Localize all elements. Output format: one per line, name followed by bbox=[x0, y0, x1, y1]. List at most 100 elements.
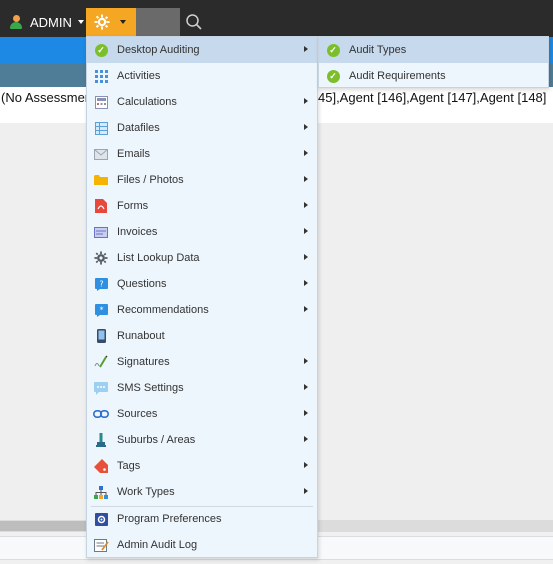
menu-item-label: Admin Audit Log bbox=[117, 539, 198, 551]
pdf-icon bbox=[93, 198, 109, 214]
menu-item-calculations[interactable]: Calculations bbox=[87, 89, 317, 115]
desktop-auditing-submenu: ✓ Audit Types ✓ Audit Requirements bbox=[318, 36, 549, 88]
chevron-right-icon bbox=[304, 202, 308, 208]
menu-item-label: Questions bbox=[117, 278, 167, 290]
menu-item-forms[interactable]: Forms bbox=[87, 193, 317, 219]
link-icon bbox=[93, 406, 109, 422]
menu-item-suburbs-areas[interactable]: Suburbs / Areas bbox=[87, 427, 317, 453]
menu-item-label: Signatures bbox=[117, 356, 170, 368]
menu-item-label: Emails bbox=[117, 148, 151, 160]
settings-dropdown-menu: ✓ Desktop Auditing Activities Calculatio… bbox=[86, 36, 318, 558]
menu-item-activities[interactable]: Activities bbox=[87, 63, 317, 89]
menu-item-work-types[interactable]: Work Types bbox=[87, 479, 317, 505]
menu-item-label: Invoices bbox=[117, 226, 158, 238]
pin-icon bbox=[93, 432, 109, 448]
user-label: ADMIN bbox=[30, 14, 72, 30]
chevron-right-icon bbox=[304, 280, 308, 286]
menu-item-program-preferences[interactable]: Program Preferences bbox=[87, 506, 317, 532]
submenu-item-audit-requirements[interactable]: ✓ Audit Requirements bbox=[319, 63, 548, 89]
grid-icon bbox=[93, 68, 109, 84]
recommendation-icon: * bbox=[93, 302, 109, 318]
chevron-right-icon bbox=[304, 462, 308, 468]
chevron-right-icon bbox=[304, 488, 308, 494]
question-icon: ? bbox=[93, 276, 109, 292]
menu-item-label: Datafiles bbox=[117, 122, 160, 134]
settings-menu-button[interactable] bbox=[86, 8, 136, 36]
audit-log-icon bbox=[93, 537, 109, 553]
menu-item-label: List Lookup Data bbox=[117, 252, 200, 264]
chevron-down-icon bbox=[120, 20, 126, 24]
menu-item-label: Tags bbox=[117, 460, 141, 472]
submenu-item-label: Audit Types bbox=[349, 44, 407, 56]
calculator-icon bbox=[93, 94, 109, 110]
menu-item-label: Desktop Auditing bbox=[117, 44, 200, 56]
user-menu-button[interactable]: ADMIN bbox=[0, 8, 86, 36]
check-circle-icon: ✓ bbox=[325, 68, 341, 84]
menu-item-sms-settings[interactable]: SMS Settings bbox=[87, 375, 317, 401]
menu-item-runabout[interactable]: Runabout bbox=[87, 323, 317, 349]
check-circle-icon: ✓ bbox=[93, 42, 109, 58]
preferences-icon bbox=[93, 511, 109, 527]
menu-item-label: Sources bbox=[117, 408, 158, 420]
menu-item-desktop-auditing[interactable]: ✓ Desktop Auditing bbox=[87, 37, 317, 63]
submenu-item-audit-types[interactable]: ✓ Audit Types bbox=[319, 37, 548, 63]
menu-item-emails[interactable]: Emails bbox=[87, 141, 317, 167]
toolbar-blank-button[interactable] bbox=[136, 8, 180, 36]
invoice-icon bbox=[93, 224, 109, 240]
menu-item-signatures[interactable]: Signatures bbox=[87, 349, 317, 375]
user-icon bbox=[10, 15, 22, 29]
tag-icon bbox=[93, 458, 109, 474]
menu-item-label: SMS Settings bbox=[117, 382, 184, 394]
folder-icon bbox=[93, 172, 109, 188]
search-icon bbox=[186, 14, 202, 30]
menu-item-label: Activities bbox=[117, 70, 161, 82]
chevron-right-icon bbox=[304, 228, 308, 234]
top-toolbar: ADMIN bbox=[0, 0, 553, 37]
menu-item-label: Files / Photos bbox=[117, 174, 184, 186]
chevron-right-icon bbox=[304, 384, 308, 390]
phone-icon bbox=[93, 328, 109, 344]
scrollbar-thumb[interactable] bbox=[0, 521, 86, 531]
menu-item-recommendations[interactable]: * Recommendations bbox=[87, 297, 317, 323]
menu-item-sources[interactable]: Sources bbox=[87, 401, 317, 427]
chevron-right-icon bbox=[304, 410, 308, 416]
chevron-right-icon bbox=[304, 98, 308, 104]
chevron-right-icon bbox=[304, 306, 308, 312]
menu-item-admin-audit-log[interactable]: Admin Audit Log bbox=[87, 532, 317, 558]
menu-item-label: Calculations bbox=[117, 96, 177, 108]
search-button[interactable] bbox=[180, 8, 208, 36]
menu-item-files-photos[interactable]: Files / Photos bbox=[87, 167, 317, 193]
menu-item-list-lookup-data[interactable]: List Lookup Data bbox=[87, 245, 317, 271]
chevron-right-icon bbox=[304, 436, 308, 442]
menu-item-datafiles[interactable]: Datafiles bbox=[87, 115, 317, 141]
cog-icon bbox=[93, 250, 109, 266]
chevron-right-icon bbox=[304, 46, 308, 52]
menu-item-label: Forms bbox=[117, 200, 149, 212]
check-circle-icon: ✓ bbox=[325, 42, 341, 58]
chevron-right-icon bbox=[304, 176, 308, 182]
menu-item-label: Work Types bbox=[117, 486, 175, 498]
results-text-right: 45],Agent [146],Agent [147],Agent [148] bbox=[318, 90, 547, 105]
svg-text:?: ? bbox=[99, 279, 103, 288]
svg-text:*: * bbox=[99, 305, 103, 314]
submenu-item-label: Audit Requirements bbox=[349, 70, 446, 82]
table-icon bbox=[93, 120, 109, 136]
envelope-icon bbox=[93, 146, 109, 162]
menu-item-label: Program Preferences bbox=[117, 513, 222, 525]
menu-item-label: Runabout bbox=[117, 330, 165, 342]
chevron-right-icon bbox=[304, 254, 308, 260]
menu-item-label: Recommendations bbox=[117, 304, 209, 316]
results-text-left: (No Assessmen bbox=[1, 90, 93, 105]
menu-item-invoices[interactable]: Invoices bbox=[87, 219, 317, 245]
chevron-right-icon bbox=[304, 358, 308, 364]
chevron-right-icon bbox=[304, 124, 308, 130]
hierarchy-icon bbox=[93, 484, 109, 500]
menu-item-questions[interactable]: ? Questions bbox=[87, 271, 317, 297]
chevron-right-icon bbox=[304, 150, 308, 156]
gear-icon bbox=[94, 14, 110, 30]
signature-icon bbox=[93, 354, 109, 370]
chevron-down-icon bbox=[77, 20, 84, 24]
menu-item-tags[interactable]: Tags bbox=[87, 453, 317, 479]
sms-icon bbox=[93, 380, 109, 396]
menu-item-label: Suburbs / Areas bbox=[117, 434, 196, 446]
